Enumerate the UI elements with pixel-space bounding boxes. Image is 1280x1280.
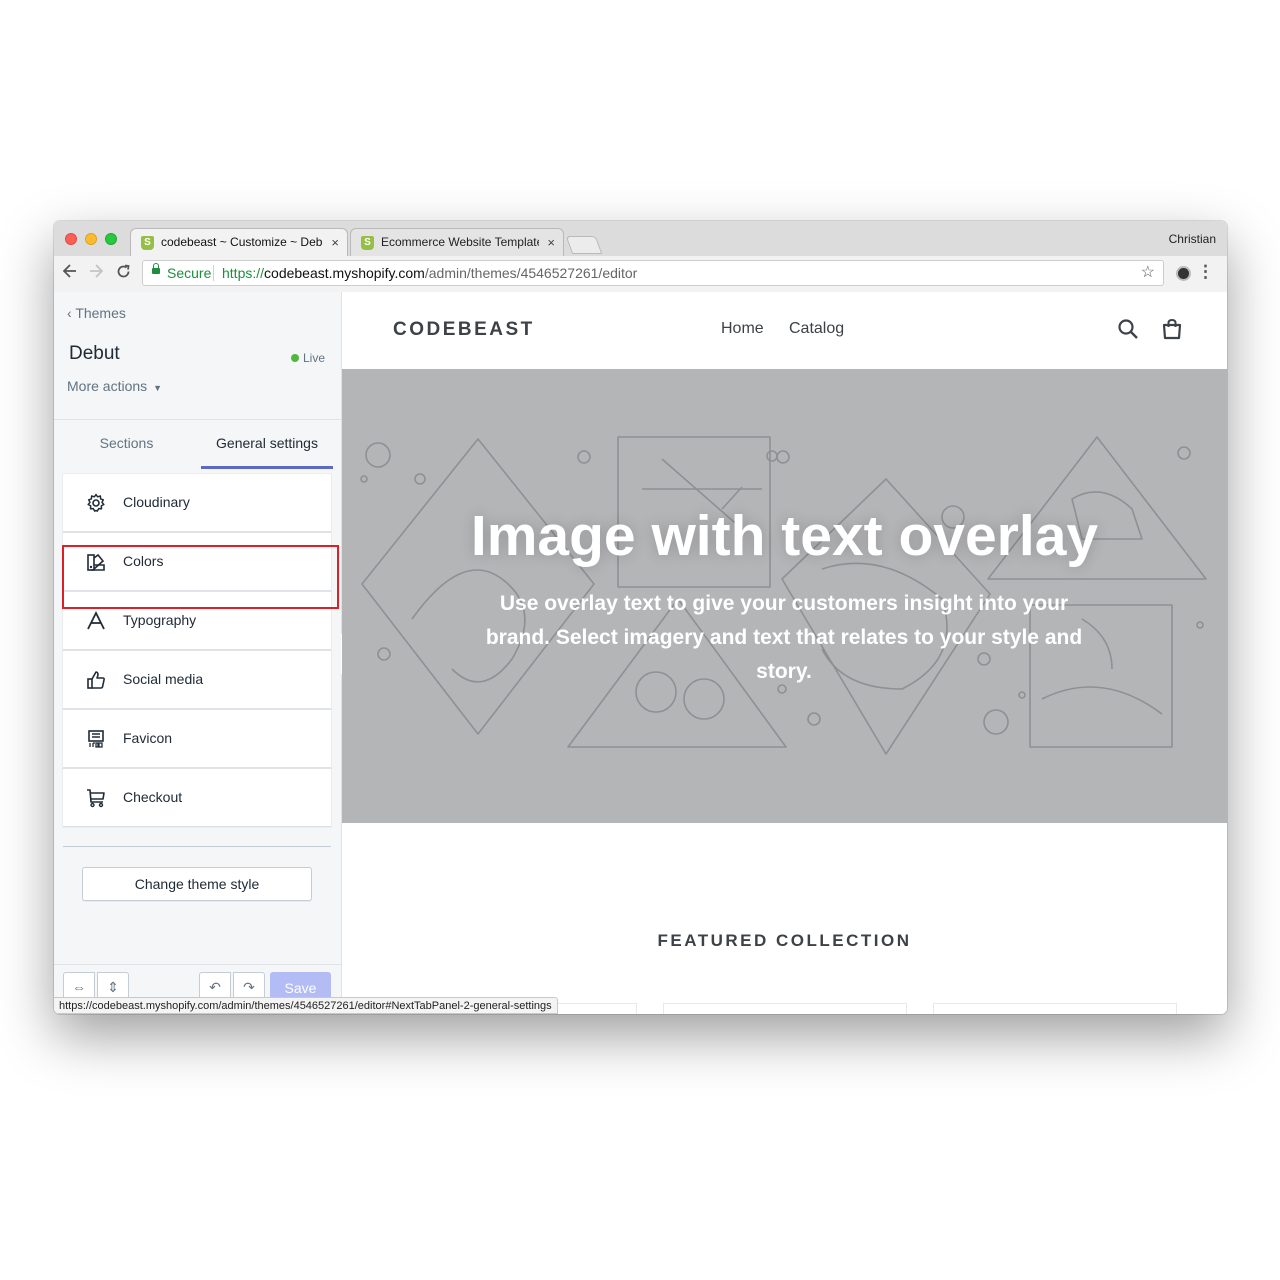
product-card[interactable] bbox=[933, 1003, 1177, 1014]
tab-strip: S codebeast ~ Customize ~ Debut × S Ecom… bbox=[54, 221, 1227, 256]
settings-item-label: Favicon bbox=[123, 730, 173, 746]
url-separator bbox=[213, 265, 214, 281]
lock-icon bbox=[152, 263, 160, 274]
extension-icon[interactable] bbox=[1176, 266, 1191, 281]
settings-item-label: Cloudinary bbox=[123, 494, 190, 510]
settings-item-social-media[interactable]: Social media bbox=[63, 651, 331, 709]
search-icon[interactable] bbox=[1117, 318, 1139, 340]
url-text[interactable]: https://codebeast.myshopify.com/admin/th… bbox=[222, 261, 637, 285]
nav-catalog-link[interactable]: Catalog bbox=[789, 320, 844, 338]
gear-icon bbox=[86, 493, 106, 513]
browser-tab-customize[interactable]: S codebeast ~ Customize ~ Debut × bbox=[130, 228, 348, 256]
live-badge: Live bbox=[290, 351, 325, 365]
browser-toolbar: Secure https://codebeast.myshopify.com/a… bbox=[54, 256, 1227, 293]
new-tab-button[interactable] bbox=[565, 236, 603, 254]
close-tab-icon[interactable]: × bbox=[547, 229, 555, 256]
theme-name: Debut bbox=[69, 343, 120, 364]
settings-item-label: Social media bbox=[123, 671, 204, 687]
minimize-window-button[interactable] bbox=[85, 233, 97, 245]
cart-icon bbox=[86, 788, 106, 808]
status-bar-url: https://codebeast.myshopify.com/admin/th… bbox=[54, 997, 558, 1014]
tab-title: codebeast ~ Customize ~ Debut bbox=[161, 235, 323, 249]
featured-collection-heading: FEATURED COLLECTION bbox=[657, 931, 912, 950]
tab-title: Ecommerce Website Templates bbox=[381, 235, 539, 249]
shopify-favicon-icon: S bbox=[361, 236, 374, 250]
theme-editor-sidebar: ‹ Themes Debut Live More actions ▼ Sectio… bbox=[54, 292, 342, 1014]
settings-item-checkout[interactable]: Checkout bbox=[63, 769, 331, 827]
store-logo[interactable]: CODEBEAST bbox=[393, 319, 535, 341]
general-settings-list: Cloudinary Colors Typography Social medi… bbox=[63, 474, 331, 828]
browser-menu-icon[interactable]: ⋮ bbox=[1197, 262, 1214, 282]
tab-general-settings[interactable]: General settings bbox=[201, 420, 333, 469]
maximize-window-button[interactable] bbox=[105, 233, 117, 245]
profile-name[interactable]: Christian bbox=[1169, 232, 1216, 246]
settings-item-cloudinary[interactable]: Cloudinary bbox=[63, 474, 331, 532]
hero-text: Use overlay text to give your customers … bbox=[485, 592, 1083, 683]
more-actions-label: More actions bbox=[67, 378, 148, 394]
shopify-favicon-icon: S bbox=[141, 236, 154, 250]
hero-banner: Image with text overlay Use overlay text… bbox=[342, 369, 1227, 823]
browser-window: S codebeast ~ Customize ~ Debut × S Ecom… bbox=[54, 221, 1227, 1014]
live-label: Live bbox=[302, 351, 325, 365]
hero-title: Image with text overlay bbox=[470, 504, 1099, 568]
thumbs-up-icon bbox=[86, 670, 106, 690]
live-status-dot-icon bbox=[290, 354, 299, 362]
typography-icon bbox=[86, 610, 106, 631]
settings-item-favicon[interactable]: Favicon bbox=[63, 710, 331, 768]
browser-tab-templates[interactable]: S Ecommerce Website Templates × bbox=[350, 228, 564, 256]
sidebar-divider bbox=[63, 846, 331, 847]
back-link-label: Themes bbox=[75, 305, 126, 321]
caret-down-icon: ▼ bbox=[153, 383, 163, 393]
forward-icon[interactable] bbox=[89, 264, 104, 283]
more-actions-dropdown[interactable]: More actions ▼ bbox=[67, 378, 162, 394]
nav-home-link[interactable]: Home bbox=[721, 320, 764, 338]
reload-icon[interactable] bbox=[116, 264, 131, 284]
store-preview: CODEBEAST Home Catalog Image with text o… bbox=[342, 292, 1227, 1014]
back-icon[interactable] bbox=[62, 264, 77, 283]
close-window-button[interactable] bbox=[65, 233, 77, 245]
secure-label: Secure bbox=[167, 265, 212, 281]
tab-sections[interactable]: Sections bbox=[61, 420, 192, 469]
cloudinary-highlight-box bbox=[62, 545, 339, 609]
back-to-themes-link[interactable]: ‹ Themes bbox=[67, 305, 126, 321]
product-card[interactable] bbox=[663, 1003, 907, 1014]
bookmark-star-icon[interactable]: ☆ bbox=[1141, 261, 1155, 285]
address-bar[interactable]: Secure https://codebeast.myshopify.com/a… bbox=[142, 260, 1164, 286]
change-theme-style-button[interactable]: Change theme style bbox=[82, 867, 312, 901]
shopping-bag-icon[interactable] bbox=[1161, 318, 1183, 340]
favicon-icon bbox=[86, 729, 106, 749]
close-tab-icon[interactable]: × bbox=[331, 229, 339, 256]
sidebar-tabs: Sections General settings bbox=[54, 419, 341, 469]
chevron-left-icon: ‹ bbox=[67, 305, 72, 321]
settings-item-label: Checkout bbox=[123, 789, 183, 805]
